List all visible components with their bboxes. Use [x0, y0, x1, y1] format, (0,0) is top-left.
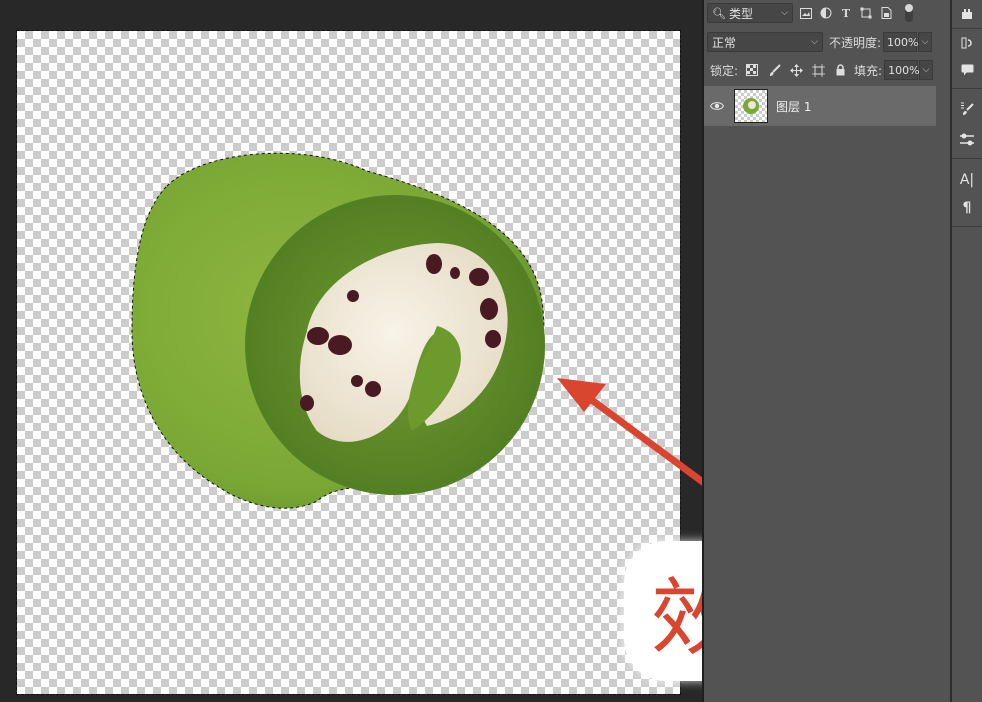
- lock-image-pixels-icon[interactable]: [766, 62, 782, 78]
- character-icon[interactable]: A|: [952, 168, 982, 192]
- history-icon[interactable]: [952, 2, 982, 26]
- blend-row: 正常 ⌵ 不透明度: 100% ⌵: [704, 29, 953, 55]
- layer-thumbnail[interactable]: [734, 89, 768, 123]
- layers-panel: 🔍︎ 类型 ⌵ T 正常 ⌵ 不透明度: 100% ⌵ 锁定: 填充: 100%…: [704, 0, 950, 702]
- search-icon: 🔍︎: [712, 6, 726, 20]
- layer-filter-row: 🔍︎ 类型 ⌵ T: [704, 0, 953, 26]
- visibility-eye-icon[interactable]: [704, 101, 730, 111]
- fill-dropdown-button[interactable]: ⌵: [919, 60, 934, 80]
- adjustments-icon[interactable]: [952, 128, 982, 152]
- lock-artboard-icon[interactable]: [810, 62, 826, 78]
- fill-label: 填充:: [854, 63, 883, 78]
- right-panel-dock: A| ¶: [952, 0, 982, 702]
- lock-all-icon[interactable]: [832, 62, 848, 78]
- filter-kind-label: 类型: [728, 6, 753, 21]
- type-filter-icon[interactable]: T: [839, 6, 853, 20]
- image-filter-icon[interactable]: [799, 6, 813, 20]
- chevron-down-icon: ⌵: [781, 8, 788, 18]
- layer-name[interactable]: 图层 1: [776, 98, 811, 115]
- fill-input[interactable]: 100%: [884, 60, 920, 80]
- comment-icon[interactable]: [952, 58, 982, 82]
- chevron-down-icon: ⌵: [811, 37, 818, 47]
- lock-label: 锁定:: [710, 63, 739, 78]
- adjustment-filter-icon[interactable]: [819, 6, 833, 20]
- matcha-roll-cake-image: [131, 152, 545, 509]
- lock-row: 锁定: 填充: 100% ⌵: [704, 57, 956, 83]
- lock-transparent-pixels-icon[interactable]: [744, 62, 760, 78]
- brush-settings-icon[interactable]: [952, 97, 982, 121]
- opacity-input[interactable]: 100%: [883, 32, 919, 52]
- step-backward-icon[interactable]: [952, 31, 982, 55]
- blend-mode-select[interactable]: 正常 ⌵: [707, 32, 823, 52]
- blend-mode-value: 正常: [712, 35, 737, 50]
- lock-position-icon[interactable]: [788, 62, 804, 78]
- opacity-label: 不透明度:: [829, 35, 882, 50]
- filter-kind-select[interactable]: 🔍︎ 类型 ⌵: [707, 3, 793, 23]
- document-canvas[interactable]: [16, 30, 681, 695]
- canvas-area[interactable]: [0, 0, 702, 702]
- opacity-dropdown-button[interactable]: ⌵: [918, 32, 933, 52]
- shape-filter-icon[interactable]: [859, 6, 873, 20]
- layer-row[interactable]: 图层 1: [704, 86, 936, 126]
- paragraph-icon[interactable]: ¶: [952, 196, 982, 220]
- filter-toggle-switch[interactable]: [905, 4, 913, 22]
- smart-object-filter-icon[interactable]: [879, 6, 893, 20]
